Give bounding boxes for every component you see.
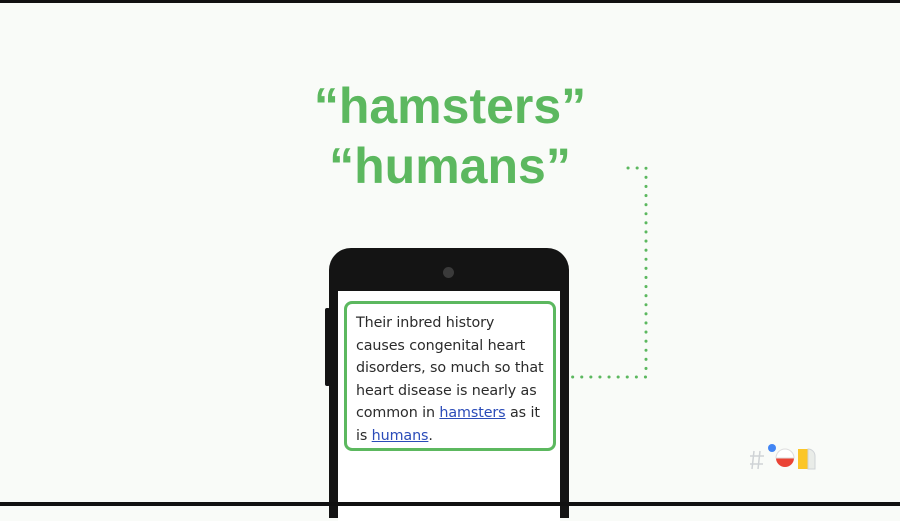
phone-device: Their inbred history causes congenital h… <box>329 248 569 521</box>
link-hamsters[interactable]: hamsters <box>439 405 505 421</box>
highlighted-text-box: Their inbred history causes congenital h… <box>344 301 556 451</box>
bottom-edge-bar <box>0 502 900 506</box>
link-humans[interactable]: humans <box>372 428 429 444</box>
io-hashtag-logo-icon <box>750 444 816 470</box>
text-segment: . <box>428 427 433 444</box>
paragraph-text: Their inbred history causes congenital h… <box>356 312 544 447</box>
phone-camera <box>443 267 454 278</box>
phone-screen: Their inbred history causes congenital h… <box>338 291 560 521</box>
